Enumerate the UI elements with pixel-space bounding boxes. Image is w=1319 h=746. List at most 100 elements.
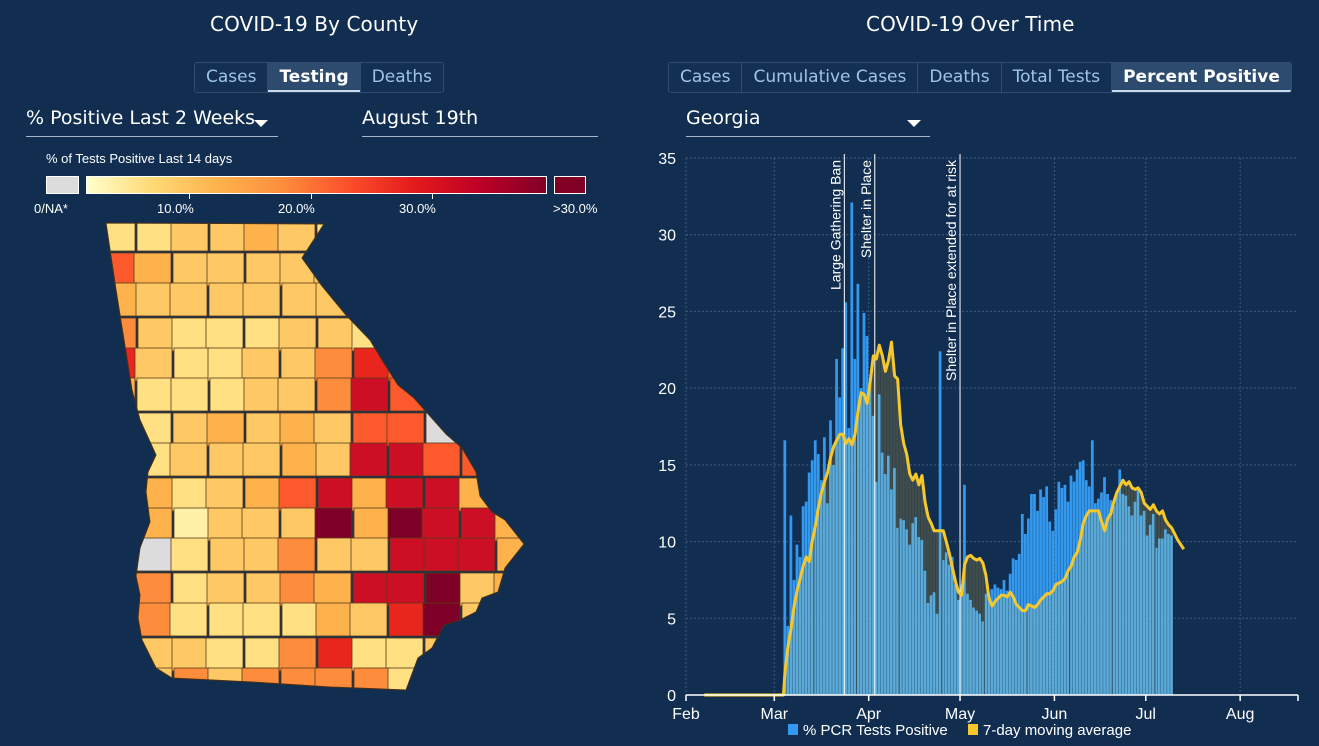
tab-cases[interactable]: Cases xyxy=(195,63,269,92)
county[interactable] xyxy=(206,572,245,607)
county[interactable] xyxy=(100,537,136,572)
county[interactable] xyxy=(245,572,284,607)
county[interactable] xyxy=(278,317,317,352)
county[interactable] xyxy=(206,412,245,447)
county[interactable] xyxy=(316,377,355,412)
county[interactable] xyxy=(280,347,319,382)
county[interactable] xyxy=(423,537,462,572)
county[interactable] xyxy=(206,252,245,287)
county[interactable] xyxy=(385,317,424,352)
county[interactable] xyxy=(209,537,248,572)
county[interactable] xyxy=(243,220,282,252)
county[interactable] xyxy=(387,507,426,542)
metric-select[interactable]: % Positive Last 2 Weeks xyxy=(26,107,278,137)
county[interactable] xyxy=(422,442,461,477)
county[interactable] xyxy=(353,667,392,700)
county[interactable] xyxy=(460,667,499,700)
county[interactable] xyxy=(493,572,531,607)
county[interactable] xyxy=(101,347,139,382)
county[interactable] xyxy=(241,347,280,382)
county[interactable] xyxy=(458,637,497,672)
county[interactable] xyxy=(458,317,497,352)
county[interactable] xyxy=(423,377,462,412)
county[interactable] xyxy=(457,220,496,252)
county[interactable] xyxy=(387,347,426,382)
tab-deaths[interactable]: Deaths xyxy=(360,63,443,92)
county[interactable] xyxy=(350,220,389,252)
county[interactable] xyxy=(313,412,352,447)
county[interactable] xyxy=(317,317,356,352)
county[interactable] xyxy=(135,282,174,317)
county[interactable] xyxy=(173,667,212,700)
county[interactable] xyxy=(457,377,496,412)
county[interactable] xyxy=(315,602,354,637)
tab-percent-positive[interactable]: Percent Positive xyxy=(1112,63,1291,92)
date-select[interactable]: August 19th xyxy=(362,107,598,137)
county[interactable] xyxy=(169,282,208,317)
county[interactable] xyxy=(244,637,283,672)
county[interactable] xyxy=(314,667,353,700)
county[interactable] xyxy=(279,252,318,287)
county[interactable] xyxy=(137,477,176,512)
tab-cases[interactable]: Cases xyxy=(669,63,743,92)
county[interactable] xyxy=(316,537,355,572)
county[interactable] xyxy=(208,282,247,317)
county[interactable] xyxy=(387,667,426,700)
county[interactable] xyxy=(205,477,244,512)
county[interactable] xyxy=(421,347,460,382)
county[interactable] xyxy=(102,442,140,477)
county[interactable] xyxy=(209,220,248,252)
county[interactable] xyxy=(100,477,137,512)
county[interactable] xyxy=(349,282,388,317)
county[interactable] xyxy=(173,507,212,542)
county[interactable] xyxy=(134,507,173,542)
county[interactable] xyxy=(208,442,247,477)
county[interactable] xyxy=(170,377,209,412)
county[interactable] xyxy=(315,282,354,317)
county[interactable] xyxy=(386,572,425,607)
county[interactable] xyxy=(493,412,531,447)
county[interactable] xyxy=(388,602,427,637)
county[interactable] xyxy=(385,637,424,672)
county[interactable] xyxy=(101,667,139,700)
county[interactable] xyxy=(460,347,499,382)
county[interactable] xyxy=(242,442,281,477)
county[interactable] xyxy=(134,347,173,382)
county[interactable] xyxy=(278,637,317,672)
county[interactable] xyxy=(279,412,318,447)
county[interactable] xyxy=(317,637,356,672)
county[interactable] xyxy=(100,637,137,672)
county[interactable] xyxy=(422,602,461,637)
county[interactable] xyxy=(207,507,246,542)
county[interactable] xyxy=(241,667,280,700)
county[interactable] xyxy=(457,537,496,572)
county[interactable] xyxy=(352,572,391,607)
county[interactable] xyxy=(460,507,499,542)
county[interactable] xyxy=(278,477,317,512)
county[interactable] xyxy=(170,537,209,572)
county[interactable] xyxy=(169,602,208,637)
county[interactable] xyxy=(386,252,425,287)
county[interactable] xyxy=(244,477,283,512)
county[interactable] xyxy=(101,507,139,542)
county[interactable] xyxy=(205,317,244,352)
tab-total-tests[interactable]: Total Tests xyxy=(1001,63,1113,92)
county[interactable] xyxy=(242,282,281,317)
county[interactable] xyxy=(349,442,388,477)
county[interactable] xyxy=(313,572,352,607)
county[interactable] xyxy=(245,252,284,287)
county[interactable] xyxy=(425,252,464,287)
county[interactable] xyxy=(209,377,248,412)
county[interactable] xyxy=(494,667,532,700)
county[interactable] xyxy=(136,537,175,572)
county[interactable] xyxy=(207,667,246,700)
county[interactable] xyxy=(172,412,211,447)
county[interactable] xyxy=(133,252,172,287)
county[interactable] xyxy=(495,442,533,477)
county[interactable] xyxy=(496,377,534,412)
county[interactable] xyxy=(314,507,353,542)
county[interactable] xyxy=(423,220,462,252)
county[interactable] xyxy=(352,412,391,447)
county[interactable] xyxy=(496,220,534,252)
county[interactable] xyxy=(424,637,463,672)
